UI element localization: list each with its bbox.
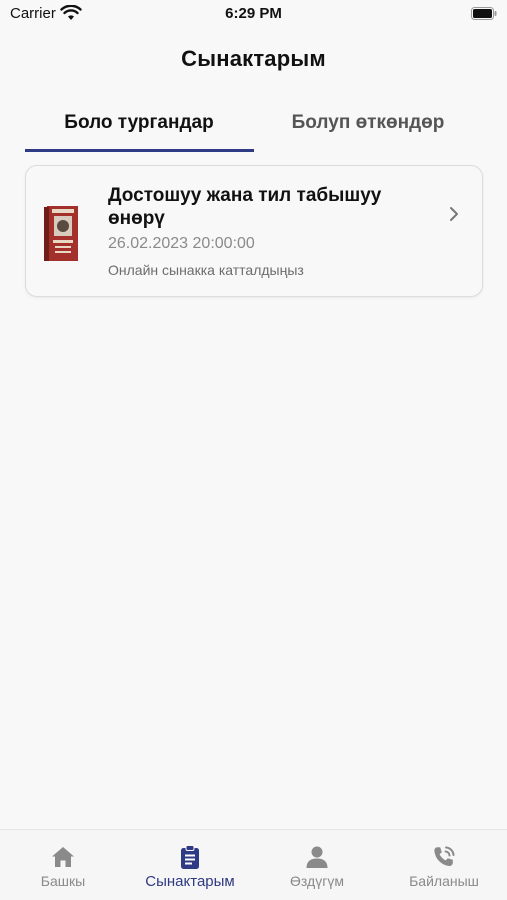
exam-card[interactable]: Достошуу жана тил табышуу өнөрү 26.02.20… — [25, 165, 483, 297]
phone-call-icon — [434, 846, 455, 866]
nav-contact-label: Байланыш — [409, 873, 479, 889]
exam-title: Достошуу жана тил табышуу өнөрү — [108, 185, 382, 229]
page-title: Сынактарым — [181, 46, 326, 71]
nav-contact[interactable]: Байланыш — [381, 830, 507, 900]
exam-tabs: Боло тургандар Болуп өткөндөр — [25, 100, 482, 152]
status-bar: Carrier 6:29 PM — [0, 0, 507, 28]
nav-home-label: Башкы — [40, 873, 86, 889]
status-time: 6:29 PM — [225, 5, 282, 22]
nav-profile-label: Өздүгүм — [290, 873, 344, 889]
chevron-right-icon — [450, 207, 458, 221]
tab-upcoming[interactable]: Боло тургандар — [25, 100, 253, 152]
clipboard-icon — [181, 845, 199, 869]
nav-home[interactable]: Башкы — [0, 830, 126, 900]
active-tab-indicator — [25, 149, 254, 152]
book-cover-image — [44, 206, 78, 261]
home-icon — [52, 847, 74, 867]
bottom-tab-bar: Башкы Сынактарым Өздүгүм Байланыш — [0, 829, 507, 900]
exam-date: 26.02.2023 20:00:00 — [108, 235, 255, 252]
nav-my-exams-label: Сынактарым — [145, 873, 235, 890]
nav-profile[interactable]: Өздүгүм — [254, 830, 380, 900]
exam-registration-status: Онлайн сынакка катталдыңыз — [108, 262, 304, 278]
battery-icon — [471, 7, 497, 20]
nav-my-exams[interactable]: Сынактарым — [127, 830, 253, 900]
person-icon — [306, 846, 328, 868]
tab-past[interactable]: Болуп өткөндөр — [254, 100, 482, 152]
